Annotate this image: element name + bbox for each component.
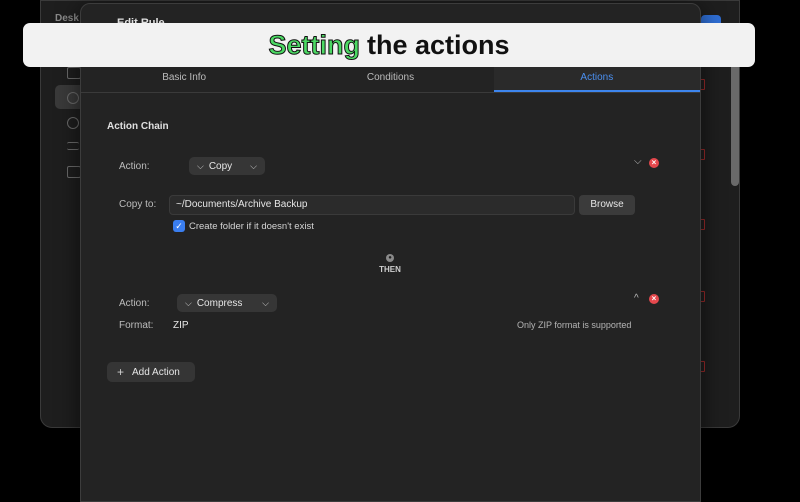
action-type-select[interactable]: ⌵ Compress ⌵ <box>177 294 277 312</box>
chevron-down-icon: ⌵ <box>262 297 269 308</box>
action-chain-title: Action Chain <box>107 121 169 132</box>
add-action-label: Add Action <box>132 366 180 378</box>
action-type-select[interactable]: ⌵ Copy ⌵ <box>189 157 265 175</box>
tab-conditions[interactable]: Conditions <box>287 66 493 92</box>
tab-basic-info[interactable]: Basic Info <box>81 66 287 92</box>
sidebar-folder-icon <box>67 67 81 79</box>
action-type-value: Compress <box>196 297 243 309</box>
copy-to-label: Copy to: <box>119 199 157 210</box>
plus-icon: + <box>117 365 125 379</box>
tab-bar: Basic Info Conditions Actions <box>81 66 700 93</box>
chevron-down-icon: ⌵ <box>185 297 192 308</box>
create-folder-label: Create folder if it doesn't exist <box>189 221 314 232</box>
copy-path-input[interactable]: ~/Documents/Archive Backup <box>169 195 575 215</box>
caption-banner: Setting the actions <box>23 23 755 67</box>
browse-button[interactable]: Browse <box>579 195 635 215</box>
edit-rule-sheet: Edit Rule Basic Info Conditions Actions … <box>80 3 701 502</box>
scrollbar[interactable] <box>731 61 739 186</box>
caption-highlight: Setting <box>268 29 360 60</box>
format-label: Format: <box>119 320 154 331</box>
add-action-button[interactable]: + Add Action <box>107 362 195 382</box>
list-icon <box>67 142 79 150</box>
chevron-down-icon: ⌵ <box>197 160 204 171</box>
action-label: Action: <box>119 161 150 172</box>
action-type-value: Copy <box>208 160 233 172</box>
action-label: Action: <box>119 298 150 309</box>
expand-chevron-icon[interactable]: ^ <box>634 293 639 304</box>
format-note: Only ZIP format is supported <box>517 320 632 330</box>
caption-text: the actions <box>366 29 510 60</box>
create-folder-checkbox[interactable]: ✓ <box>173 220 185 232</box>
history-icon <box>67 117 79 129</box>
remove-action-icon[interactable]: × <box>649 294 659 304</box>
connector-dot-icon: ● <box>386 254 394 262</box>
remove-action-icon[interactable]: × <box>649 158 659 168</box>
format-value: ZIP <box>173 320 189 331</box>
collapse-chevron-icon[interactable]: ⌵ <box>634 156 642 167</box>
document-icon <box>67 166 81 178</box>
gear-icon <box>67 92 79 104</box>
tab-actions[interactable]: Actions <box>493 66 700 92</box>
then-connector: THEN <box>379 265 401 274</box>
chevron-down-icon: ⌵ <box>250 160 257 171</box>
